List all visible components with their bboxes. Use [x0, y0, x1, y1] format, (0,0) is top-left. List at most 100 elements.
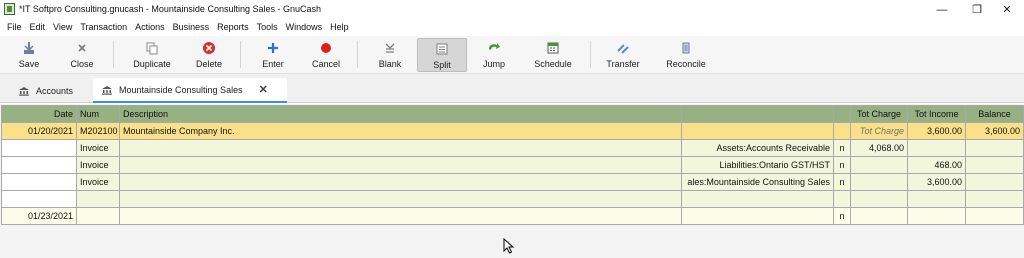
- blank-description[interactable]: [119, 207, 682, 225]
- split-row[interactable]: Invoice Assets:Accounts Receivable n 4,0…: [1, 139, 1024, 157]
- save-icon: [21, 40, 37, 56]
- split-income[interactable]: [907, 139, 966, 157]
- txn-description[interactable]: Mountainside Company Inc.: [119, 122, 682, 140]
- close-window-button[interactable]: ✕: [990, 0, 1024, 19]
- header-date[interactable]: Date: [1, 105, 77, 123]
- blank-income[interactable]: [907, 207, 966, 225]
- menu-reports[interactable]: Reports: [213, 22, 253, 32]
- split-row[interactable]: Invoice ales:Mountainside Consulting Sal…: [1, 173, 1024, 191]
- split-income[interactable]: 3,600.00: [907, 173, 966, 191]
- split-charge[interactable]: 4,068.00: [850, 139, 908, 157]
- split-account[interactable]: ales:Mountainside Consulting Sales: [681, 173, 834, 191]
- menu-business[interactable]: Business: [169, 22, 214, 32]
- empty-split-row[interactable]: [1, 190, 1024, 208]
- title-bar: *IT Softpro Consulting.gnucash - Mountai…: [0, 0, 1024, 19]
- header-balance[interactable]: Balance: [965, 105, 1024, 123]
- txn-tot-income[interactable]: 3,600.00: [907, 122, 966, 140]
- split-date-cell: [1, 139, 77, 157]
- split-reconcile[interactable]: n: [833, 156, 851, 174]
- jump-icon: [486, 40, 502, 56]
- blank-icon: [382, 40, 398, 56]
- tab-mountainside-consulting-sales[interactable]: Mountainside Consulting Sales ✕: [93, 78, 287, 103]
- save-button[interactable]: Save: [5, 38, 53, 72]
- menu-windows[interactable]: Windows: [282, 22, 327, 32]
- header-description[interactable]: Description: [119, 105, 682, 123]
- menu-help[interactable]: Help: [326, 22, 353, 32]
- schedule-button[interactable]: Schedule: [527, 38, 579, 72]
- jump-button[interactable]: Jump: [470, 38, 518, 72]
- reconcile-button[interactable]: Reconcile: [660, 38, 712, 72]
- split-date-cell: [1, 190, 77, 208]
- header-tot-income[interactable]: Tot Income: [907, 105, 966, 123]
- split-memo[interactable]: [119, 139, 682, 157]
- split-account[interactable]: [681, 190, 834, 208]
- delete-button[interactable]: Delete: [185, 38, 233, 72]
- split-charge[interactable]: [850, 190, 908, 208]
- cancel-button[interactable]: Cancel: [302, 38, 350, 72]
- blank-label: Blank: [378, 59, 402, 69]
- split-account[interactable]: Assets:Accounts Receivable: [681, 139, 834, 157]
- duplicate-label: Duplicate: [133, 59, 171, 69]
- split-action[interactable]: Invoice: [76, 139, 120, 157]
- txn-transfer[interactable]: [681, 122, 834, 140]
- split-icon: [434, 41, 450, 57]
- split-action[interactable]: Invoice: [76, 173, 120, 191]
- header-transfer[interactable]: [681, 105, 834, 123]
- split-account[interactable]: Liabilities:Ontario GST/HST: [681, 156, 834, 174]
- blank-transfer[interactable]: [681, 207, 834, 225]
- menu-tools[interactable]: Tools: [253, 22, 282, 32]
- split-memo[interactable]: [119, 156, 682, 174]
- blank-button[interactable]: Blank: [366, 38, 414, 72]
- menu-view[interactable]: View: [49, 22, 76, 32]
- schedule-label: Schedule: [534, 59, 572, 69]
- txn-num[interactable]: M202100: [76, 122, 120, 140]
- split-label: Split: [433, 60, 451, 70]
- blank-charge[interactable]: [850, 207, 908, 225]
- transaction-row[interactable]: 01/20/2021 M202100 Mountainside Company …: [1, 122, 1024, 140]
- menu-actions[interactable]: Actions: [131, 22, 169, 32]
- txn-date[interactable]: 01/20/2021: [1, 122, 77, 140]
- delete-label: Delete: [195, 59, 222, 69]
- blank-date[interactable]: 01/23/2021: [1, 207, 77, 225]
- blank-reconcile[interactable]: n: [833, 207, 851, 225]
- transfer-button[interactable]: Transfer: [599, 38, 647, 72]
- split-income[interactable]: 468.00: [907, 156, 966, 174]
- schedule-icon: [545, 40, 561, 56]
- split-charge[interactable]: [850, 173, 908, 191]
- gnucash-app-icon: [4, 3, 15, 15]
- menu-file[interactable]: File: [3, 22, 26, 32]
- header-reconcile[interactable]: [833, 105, 851, 123]
- menu-transaction[interactable]: Transaction: [76, 22, 131, 32]
- split-income[interactable]: [907, 190, 966, 208]
- tab-accounts[interactable]: Accounts: [10, 78, 90, 103]
- blank-transaction-row[interactable]: 01/23/2021 n: [1, 207, 1024, 225]
- close-button[interactable]: Close: [58, 38, 106, 72]
- menu-edit[interactable]: Edit: [26, 22, 50, 32]
- register-header-row: Date Num Description Tot Charge Tot Inco…: [1, 105, 1024, 123]
- split-balance: [965, 139, 1024, 157]
- blank-num[interactable]: [76, 207, 120, 225]
- split-reconcile[interactable]: [833, 190, 851, 208]
- delete-icon: [201, 40, 217, 56]
- split-reconcile[interactable]: n: [833, 173, 851, 191]
- minimize-button[interactable]: —: [925, 0, 959, 19]
- duplicate-button[interactable]: Duplicate: [127, 38, 177, 72]
- header-tot-charge[interactable]: Tot Charge: [850, 105, 908, 123]
- toolbar: Save Close Duplicate Delete Enter Cancel: [0, 36, 1024, 74]
- split-date-cell: [1, 173, 77, 191]
- header-num[interactable]: Num: [76, 105, 120, 123]
- split-charge[interactable]: [850, 156, 908, 174]
- split-button[interactable]: Split: [417, 38, 467, 72]
- txn-reconcile[interactable]: [833, 122, 851, 140]
- enter-button[interactable]: Enter: [249, 38, 297, 72]
- split-reconcile[interactable]: n: [833, 139, 851, 157]
- split-memo[interactable]: [119, 173, 682, 191]
- split-action[interactable]: [76, 190, 120, 208]
- txn-tot-charge[interactable]: Tot Charge: [850, 122, 908, 140]
- split-action[interactable]: Invoice: [76, 156, 120, 174]
- maximize-button[interactable]: ❐: [960, 0, 994, 19]
- bank-icon: [19, 86, 29, 96]
- tab-close-icon[interactable]: ✕: [259, 83, 268, 96]
- split-memo[interactable]: [119, 190, 682, 208]
- split-row[interactable]: Invoice Liabilities:Ontario GST/HST n 46…: [1, 156, 1024, 174]
